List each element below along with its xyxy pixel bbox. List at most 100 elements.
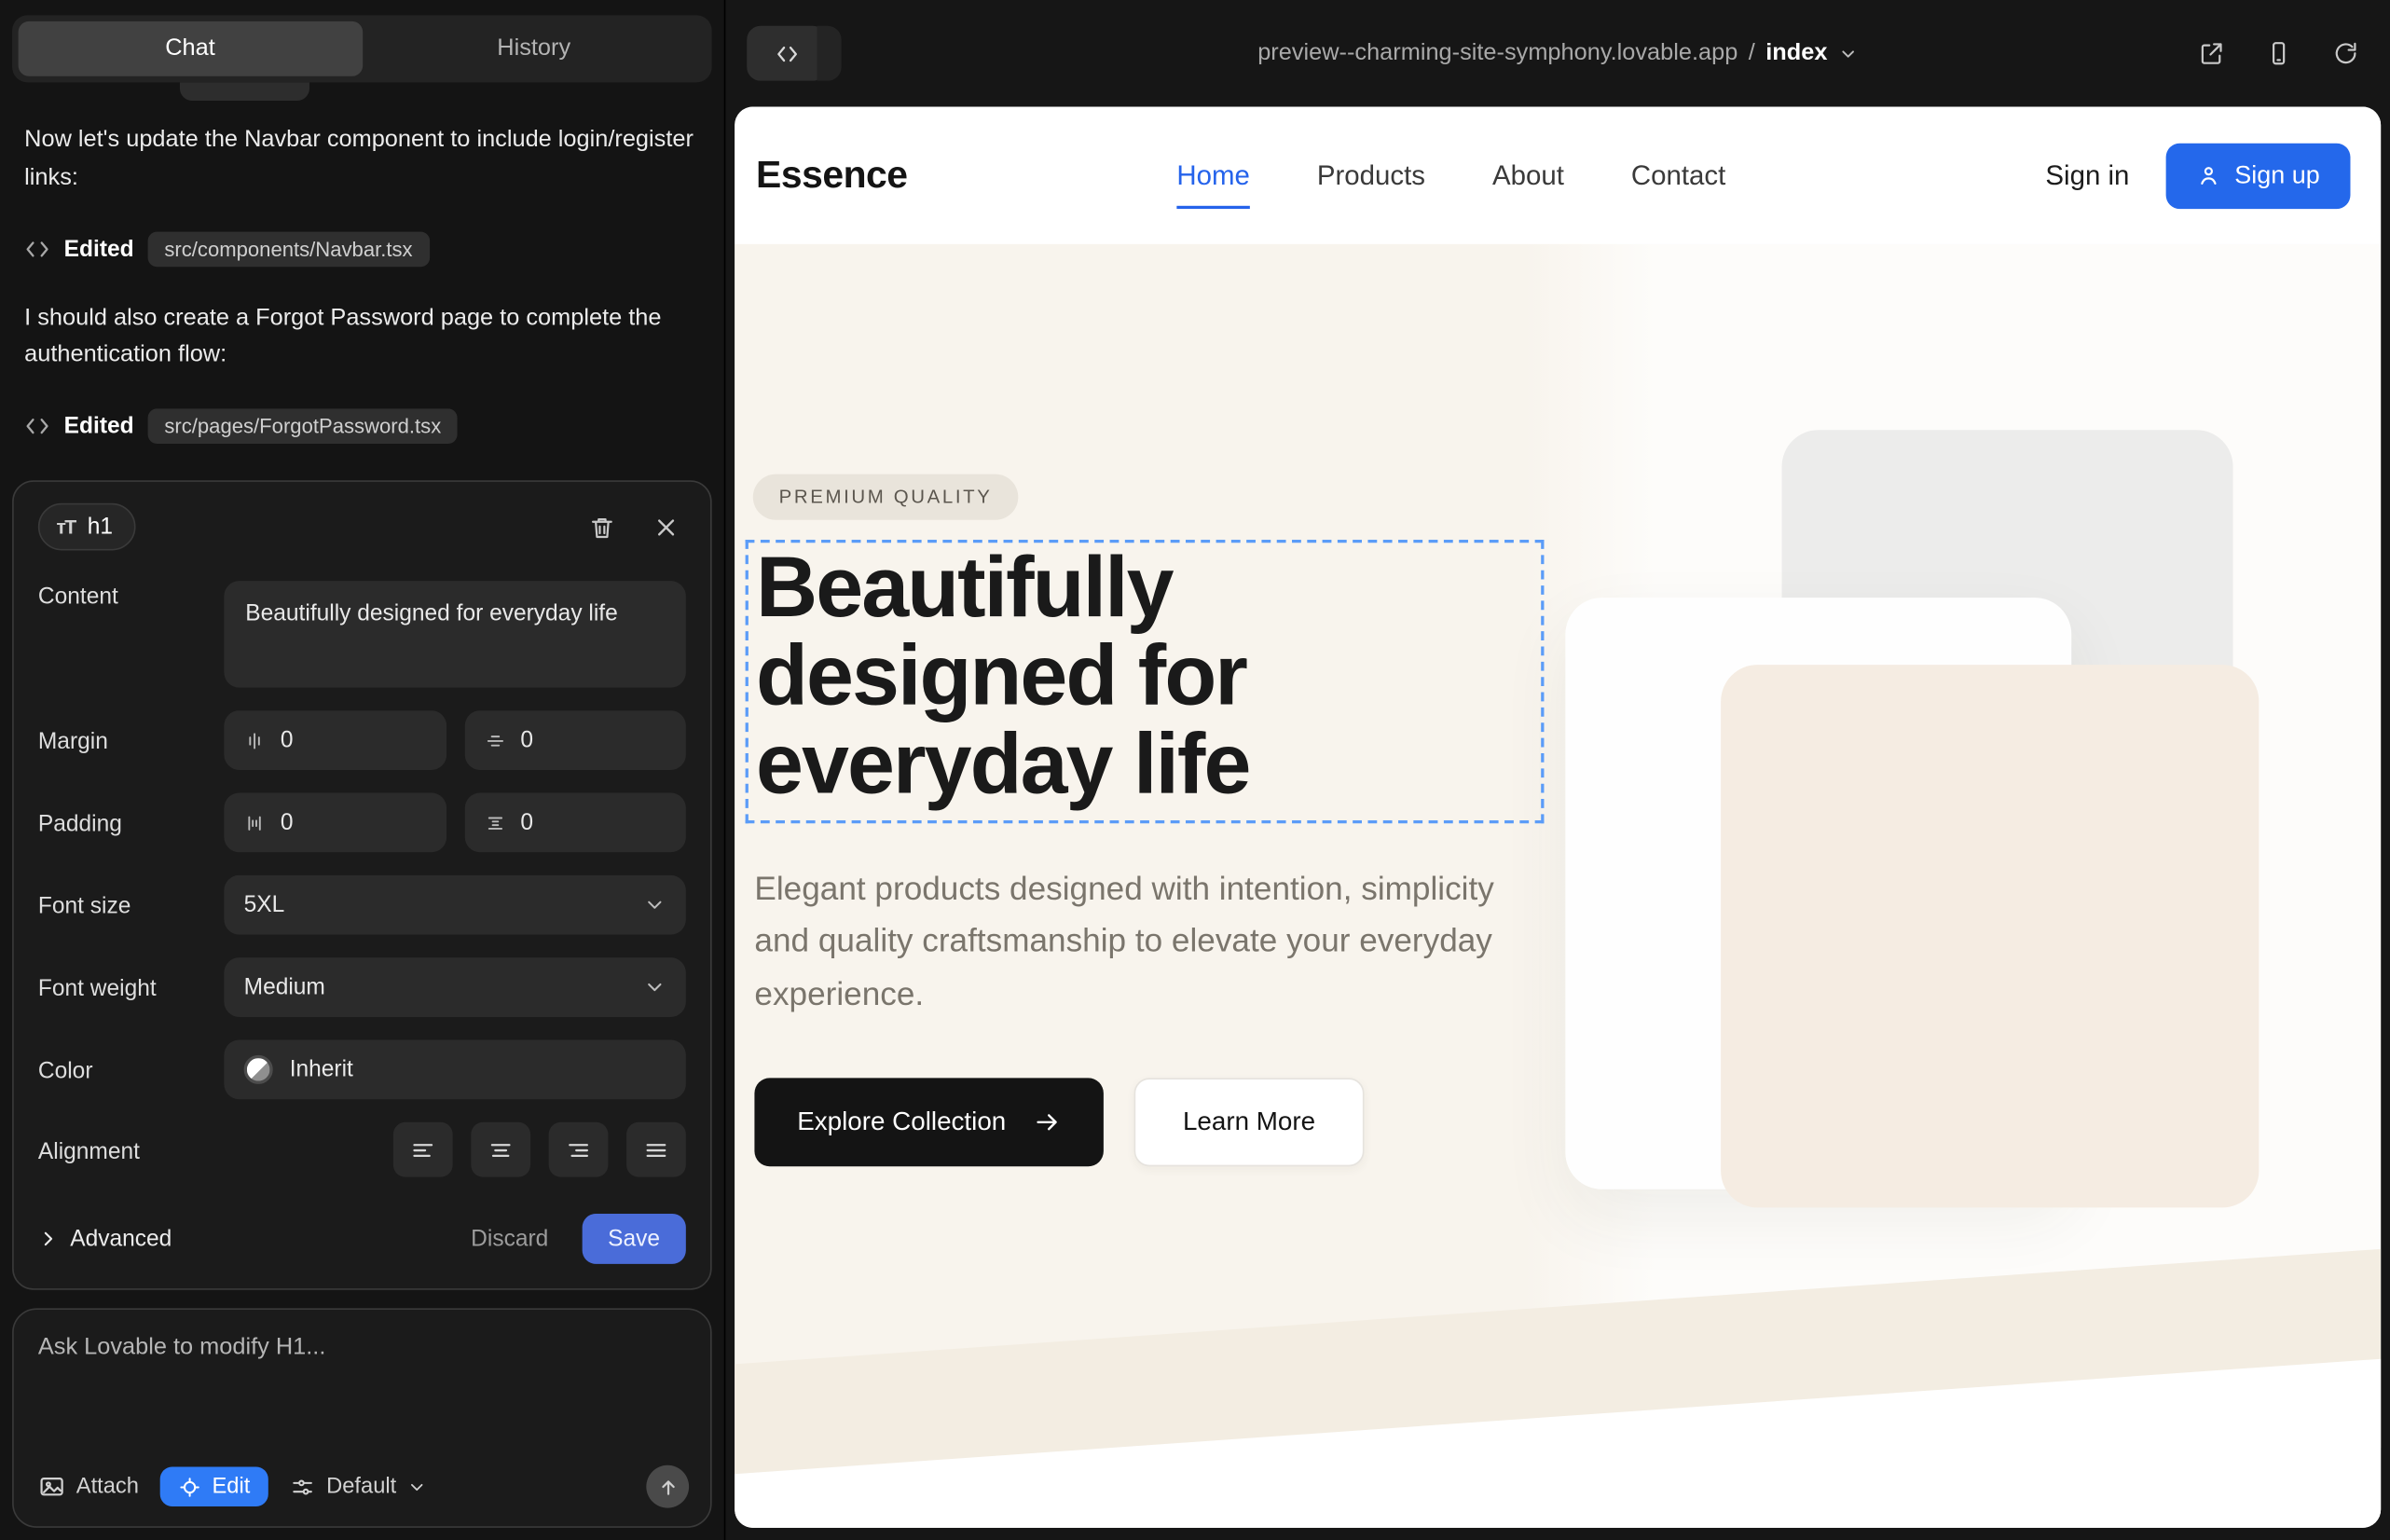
sign-in-link[interactable]: Sign in: [2045, 159, 2129, 191]
padding-vertical-icon: [244, 812, 266, 833]
hero-paragraph: Elegant products designed with intention…: [754, 863, 1495, 1021]
refresh-icon[interactable]: [2332, 40, 2359, 67]
font-weight-value: Medium: [244, 974, 325, 1000]
nav-link-contact[interactable]: Contact: [1631, 159, 1725, 191]
nav-link-products[interactable]: Products: [1317, 159, 1425, 191]
padding-horizontal-icon: [484, 812, 505, 833]
arrow-right-icon: [1034, 1108, 1061, 1135]
font-size-value: 5XL: [244, 892, 285, 918]
margin-vertical-icon: [244, 730, 266, 751]
chevron-right-icon: [38, 1230, 58, 1249]
preview-viewport: Essence Home Products About Contact Sign…: [735, 106, 2381, 1527]
color-value: Inherit: [290, 1057, 353, 1083]
padding-horizontal-input[interactable]: 0: [464, 793, 686, 853]
editor-header-actions: [588, 514, 686, 541]
file-chip[interactable]: src/components/Navbar.tsx: [147, 231, 429, 267]
code-icon: [774, 40, 800, 66]
composer-toolbar: Attach Edit Default: [38, 1465, 689, 1508]
align-center-button[interactable]: [471, 1122, 530, 1177]
hero-heading[interactable]: Beautifully designed for everyday life: [756, 543, 1518, 807]
attach-button[interactable]: Attach: [38, 1473, 139, 1500]
editor-header: ᴛT h1: [38, 503, 686, 551]
margin-vertical-input[interactable]: 0: [224, 710, 446, 770]
send-button[interactable]: [646, 1465, 689, 1508]
align-justify-button[interactable]: [626, 1122, 686, 1177]
advanced-expander[interactable]: Advanced: [38, 1226, 172, 1252]
target-icon: [178, 1475, 201, 1498]
font-weight-label: Font weight: [38, 973, 224, 1002]
margin-horizontal-value: 0: [520, 727, 533, 753]
chevron-down-icon: [407, 1477, 427, 1496]
content-label: Content: [38, 581, 224, 610]
image-icon: [38, 1473, 65, 1500]
chat-sidebar: Chat History Now let's update the Navbar…: [0, 0, 725, 1540]
model-selector[interactable]: Default: [290, 1474, 427, 1500]
close-panel-icon[interactable]: [652, 514, 680, 541]
margin-row: Margin 0 0: [38, 710, 686, 770]
tab-chat[interactable]: Chat: [19, 21, 363, 76]
chevron-down-icon: [643, 976, 666, 999]
code-view-toggle[interactable]: [747, 26, 826, 81]
toggle-shadow: [817, 26, 841, 81]
attach-label: Attach: [76, 1475, 139, 1499]
sign-up-button[interactable]: Sign up: [2166, 143, 2351, 208]
edit-mode-button[interactable]: Edit: [160, 1466, 268, 1506]
clipped-chat-pill: [180, 82, 309, 101]
site-logo[interactable]: Essence: [756, 153, 907, 197]
url-page: index: [1765, 40, 1827, 67]
site-navbar: Essence Home Products About Contact Sign…: [735, 106, 2381, 243]
color-select[interactable]: Inherit: [224, 1040, 685, 1100]
padding-label: Padding: [38, 808, 224, 837]
edited-label: Edited: [64, 236, 134, 262]
nav-link-home[interactable]: Home: [1176, 159, 1250, 208]
element-editor-panel: ᴛT h1 Content Beautifully designed for e…: [12, 481, 712, 1291]
color-row: Color Inherit: [38, 1040, 686, 1100]
edit-mode-label: Edit: [212, 1475, 250, 1499]
tab-history[interactable]: History: [362, 21, 706, 76]
chevron-down-icon: [1838, 44, 1858, 63]
font-size-label: Font size: [38, 890, 224, 919]
nav-link-about[interactable]: About: [1492, 159, 1564, 191]
composer-input[interactable]: [38, 1334, 689, 1377]
font-weight-row: Font weight Medium: [38, 957, 686, 1017]
margin-horizontal-input[interactable]: 0: [464, 710, 686, 770]
chat-composer: Attach Edit Default: [12, 1309, 712, 1528]
site-nav-links: Home Products About Contact: [1176, 159, 1725, 191]
explore-collection-button[interactable]: Explore Collection: [754, 1078, 1103, 1166]
decorative-card-cream: [1721, 665, 2259, 1207]
margin-horizontal-icon: [484, 730, 505, 751]
chat-messages: Now let's update the Navbar component to…: [0, 82, 724, 477]
margin-vertical-value: 0: [281, 727, 294, 753]
font-weight-select[interactable]: Medium: [224, 957, 685, 1017]
padding-horizontal-value: 0: [520, 810, 533, 836]
explore-collection-label: Explore Collection: [797, 1107, 1006, 1137]
learn-more-button[interactable]: Learn More: [1134, 1078, 1365, 1166]
alignment-row: Alignment: [38, 1122, 686, 1177]
delete-element-icon[interactable]: [588, 514, 615, 541]
content-input[interactable]: Beautifully designed for everyday life: [224, 581, 685, 687]
save-button[interactable]: Save: [582, 1214, 686, 1264]
file-chip[interactable]: src/pages/ForgotPassword.tsx: [147, 409, 458, 445]
selected-element-outline[interactable]: Beautifully designed for everyday life: [746, 540, 1545, 823]
align-left-button[interactable]: [393, 1122, 453, 1177]
url-host: preview--charming-site-symphony.lovable.…: [1257, 40, 1738, 67]
alignment-buttons: [224, 1122, 685, 1177]
preview-pane: preview--charming-site-symphony.lovable.…: [725, 0, 2390, 1540]
code-icon: [24, 236, 50, 262]
color-swatch: [244, 1055, 273, 1084]
align-right-button[interactable]: [549, 1122, 609, 1177]
typography-icon: ᴛT: [57, 516, 76, 539]
open-in-new-tab-icon[interactable]: [2198, 40, 2225, 67]
edited-label: Edited: [64, 414, 134, 440]
element-tag-pill[interactable]: ᴛT h1: [38, 503, 136, 551]
chat-message: Now let's update the Navbar component to…: [24, 122, 699, 198]
discard-button[interactable]: Discard: [471, 1226, 548, 1252]
device-preview-icon[interactable]: [2265, 40, 2292, 67]
site-nav-actions: Sign in Sign up: [2045, 143, 2350, 208]
padding-vertical-input[interactable]: 0: [224, 793, 446, 853]
hero-badge: PREMIUM QUALITY: [753, 474, 1019, 520]
font-size-select[interactable]: 5XL: [224, 875, 685, 935]
edited-file-row: Edited src/pages/ForgotPassword.tsx: [24, 409, 699, 445]
site-hero: PREMIUM QUALITY Beautifully designed for…: [735, 244, 2381, 1528]
url-separator: /: [1749, 40, 1755, 67]
